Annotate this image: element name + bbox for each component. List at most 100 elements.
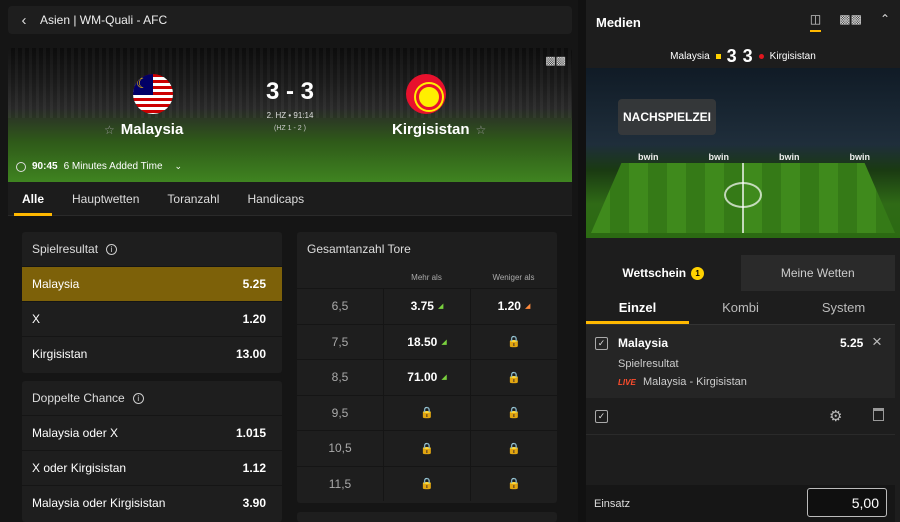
center-circle: [724, 182, 762, 208]
odd-value: 3.75: [410, 299, 434, 314]
ad-board: bwin: [779, 152, 800, 162]
option-label: X oder Kirgisistan: [32, 461, 127, 475]
back-arrow-icon[interactable]: ‹: [8, 12, 40, 29]
tab-hauptwetten[interactable]: Hauptwetten: [58, 182, 153, 216]
lock-icon: 🔒: [420, 442, 434, 455]
match-visualization: NACHSPIELZEI bwin bwin bwin bwin: [586, 68, 900, 238]
over-odd-button[interactable]: 3.75 ◢: [383, 289, 470, 324]
odd-value: 18.50: [407, 334, 438, 349]
tab-toranzahl[interactable]: Toranzahl: [153, 182, 233, 216]
odd-value: 13.00: [235, 347, 266, 361]
selection-checkbox[interactable]: ✓: [595, 337, 608, 350]
option-label: Malaysia: [32, 277, 80, 291]
away-team-name: Kirgisistan: [769, 50, 816, 62]
market-header: Spielresultat i: [22, 232, 282, 266]
odd-row[interactable]: Malaysia oder X 1.015: [22, 415, 282, 450]
odds-up-icon: ◢: [437, 303, 444, 311]
option-label: Malaysia oder X: [32, 426, 119, 440]
lock-icon: 🔒: [507, 478, 521, 491]
over-odd-locked: 🔒: [383, 431, 470, 466]
market-title: Spielresultat: [32, 242, 99, 256]
red-card-icon: [758, 53, 764, 59]
stake-input[interactable]: [807, 488, 887, 517]
yellow-card-icon: [715, 53, 721, 59]
tab-handicaps[interactable]: Handicaps: [233, 182, 318, 216]
under-header: Weniger als: [492, 272, 535, 282]
select-all-checkbox[interactable]: ✓: [595, 410, 608, 423]
ad-boards: bwin bwin bwin bwin: [638, 152, 870, 162]
odd-row[interactable]: X 1.20: [22, 301, 282, 336]
home-team-name: Malaysia: [120, 121, 184, 138]
odd-row[interactable]: Malaysia 5.25: [22, 266, 282, 301]
odds-up-icon: ◢: [441, 374, 447, 382]
away-team-name: Kirgisistan: [392, 121, 470, 138]
odd-value: 1.20: [242, 312, 266, 326]
goal-line-row: 11,5 🔒 🔒: [297, 465, 557, 501]
away-team: Kirgisistan ☆: [392, 121, 486, 138]
market-header: Gesamtanzahl Tore: [297, 232, 557, 266]
tab-meine-wetten[interactable]: Meine Wetten: [741, 255, 896, 291]
media-title: Medien: [596, 14, 641, 30]
breadcrumb: ‹ Asien | WM-Quali - AFC: [8, 6, 572, 34]
info-icon[interactable]: i: [132, 392, 144, 404]
gear-icon[interactable]: ⚙: [829, 407, 842, 425]
breadcrumb-label[interactable]: Asien | WM-Quali - AFC: [40, 13, 167, 27]
lock-icon: 🔒: [507, 371, 521, 384]
match-clock[interactable]: 90:45 6 Minutes Added Time ⌄: [16, 161, 182, 172]
stats-icon[interactable]: ▩▩: [545, 54, 566, 67]
selection-match: Malaysia - Kirgisistan: [643, 376, 747, 388]
odd-row[interactable]: Malaysia oder Kirgisistan 3.90: [22, 485, 282, 520]
favorite-star-icon[interactable]: ☆: [104, 123, 115, 137]
under-odd-locked: 🔒: [470, 360, 557, 395]
lock-icon: 🔒: [420, 478, 434, 491]
trash-icon[interactable]: [873, 408, 884, 421]
home-team-name: Malaysia: [670, 50, 710, 62]
goal-line-row: 6,5 3.75 ◢ 1.20 ◢: [297, 288, 557, 324]
double-chance-market: Doppelte Chance i Malaysia oder X 1.015 …: [22, 381, 282, 522]
goal-line-row: 9,5 🔒 🔒: [297, 394, 557, 430]
overlay-label: NACHSPIELZEI: [618, 99, 716, 135]
lock-icon: 🔒: [507, 407, 521, 420]
tab-kombi[interactable]: Kombi: [689, 291, 792, 324]
stats-icon[interactable]: ▩▩: [839, 12, 862, 32]
odds-up-icon: ◢: [441, 338, 447, 346]
chevron-down-icon[interactable]: ⌄: [175, 161, 183, 172]
under-odd-locked: 🔒: [470, 324, 557, 359]
pitch-view-icon[interactable]: ◫: [809, 12, 822, 32]
tab-wettschein[interactable]: Wettschein 1: [586, 255, 741, 291]
column-headers: Mehr als Weniger als: [297, 266, 557, 288]
clock-time: 90:45: [32, 161, 58, 172]
favorite-star-icon[interactable]: ☆: [476, 123, 487, 137]
side-panel: Medien ◫ ▩▩ ⌃ Malaysia 3 3 Kirgisistan N…: [586, 0, 900, 522]
ad-board: bwin: [708, 152, 730, 162]
total-goals-market: Gesamtanzahl Tore Mehr als Weniger als 6…: [297, 232, 557, 503]
goal-line-row: 7,5 18.50 ◢ 🔒: [297, 323, 557, 359]
score: 3 - 3: [265, 78, 315, 105]
malaysia-flag-icon: [133, 74, 173, 114]
info-icon[interactable]: i: [106, 243, 118, 255]
over-odd-button[interactable]: 71.00 ◢: [383, 360, 470, 395]
option-label: Malaysia oder Kirgisistan: [32, 496, 166, 510]
tab-alle[interactable]: Alle: [8, 182, 58, 216]
odd-row[interactable]: X oder Kirgisistan 1.12: [22, 450, 282, 485]
match-result-market: Spielresultat i Malaysia 5.25 X 1.20 Kir…: [22, 232, 282, 373]
selection-market: Spielresultat: [618, 358, 679, 370]
bet-mode-tabs: Einzel Kombi System: [586, 291, 895, 325]
odd-row[interactable]: Kirgisistan 13.00: [22, 336, 282, 371]
lock-icon: 🔒: [507, 442, 521, 455]
tab-system[interactable]: System: [792, 291, 895, 324]
next-market-card: [297, 512, 557, 522]
chevron-up-icon[interactable]: ⌃: [880, 12, 890, 32]
over-odd-button[interactable]: 18.50 ◢: [383, 324, 470, 359]
media-score: Malaysia 3 3 Kirgisistan: [586, 44, 900, 68]
odd-value: 1.20: [497, 299, 521, 314]
over-header: Mehr als: [411, 272, 442, 282]
tab-einzel[interactable]: Einzel: [586, 291, 689, 324]
close-icon[interactable]: ×: [872, 332, 882, 352]
media-toggles: ◫ ▩▩ ⌃: [809, 12, 890, 32]
goal-line-row: 10,5 🔒 🔒: [297, 430, 557, 466]
ad-board: bwin: [638, 152, 659, 162]
under-odd-button[interactable]: 1.20 ◢: [470, 289, 557, 324]
lock-icon: 🔒: [507, 336, 521, 349]
goal-line-row: 8,5 71.00 ◢ 🔒: [297, 359, 557, 395]
